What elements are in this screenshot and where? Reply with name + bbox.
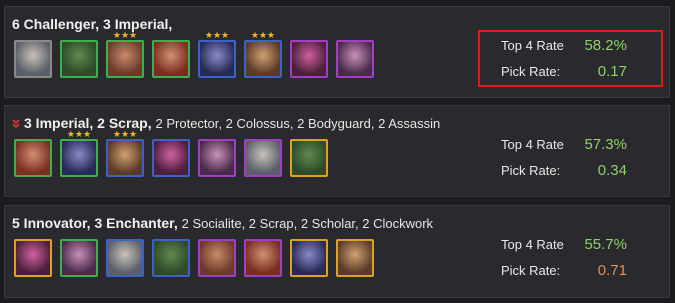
champion-portrait[interactable] bbox=[152, 139, 190, 177]
champion-portrait[interactable] bbox=[106, 139, 144, 177]
comp-traits-secondary: 2 Protector, 2 Colossus, 2 Bodyguard, 2 … bbox=[155, 116, 441, 131]
pick-rate-row: Pick Rate: 0.71 bbox=[501, 262, 661, 281]
champion-portrait[interactable] bbox=[290, 40, 328, 78]
star-rating-icon: ★★★ bbox=[66, 129, 92, 139]
star-rating-icon: ★★★ bbox=[112, 129, 138, 139]
champion-portrait[interactable] bbox=[198, 239, 236, 277]
top4-rate-label: Top 4 Rate bbox=[501, 137, 564, 152]
top4-rate-value: 55.7% bbox=[584, 236, 627, 253]
champion-portrait[interactable] bbox=[244, 139, 282, 177]
top4-rate-label: Top 4 Rate bbox=[501, 237, 564, 252]
champion-portrait[interactable] bbox=[106, 40, 144, 78]
pick-rate-value: 0.34 bbox=[597, 162, 627, 179]
champion-portrait[interactable] bbox=[152, 40, 190, 78]
champion-portrait[interactable] bbox=[60, 239, 98, 277]
champion-portrait[interactable] bbox=[152, 239, 190, 277]
star-rating-icon: ★★★ bbox=[112, 30, 138, 40]
champion-portrait[interactable] bbox=[244, 239, 282, 277]
pick-rate-value: 0.71 bbox=[597, 262, 627, 279]
highlight-box bbox=[478, 30, 663, 87]
champion-portrait[interactable] bbox=[60, 139, 98, 177]
star-rating-icon: ★★★ bbox=[204, 30, 230, 40]
champion-portrait[interactable] bbox=[14, 139, 52, 177]
star-rating-icon: ★★★ bbox=[250, 30, 276, 40]
top4-rate-row: Top 4 Rate 55.7% bbox=[501, 236, 661, 255]
champion-portrait[interactable] bbox=[290, 139, 328, 177]
comp-card-2[interactable]: 3 Imperial, 2 Scrap, 2 Protector, 2 Colo… bbox=[4, 105, 670, 197]
pick-rate-label: Pick Rate: bbox=[501, 263, 561, 278]
comp-card-1[interactable]: 6 Challenger, 3 Imperial, ★★★ ★★★ ★★★ Top … bbox=[4, 6, 670, 98]
top4-rate-value: 57.3% bbox=[584, 136, 627, 153]
champion-portrait[interactable] bbox=[198, 40, 236, 78]
champion-portrait[interactable] bbox=[198, 139, 236, 177]
chevron-double-down-icon bbox=[12, 119, 20, 129]
pick-rate-row: Pick Rate: 0.34 bbox=[501, 162, 661, 181]
comp-title: 6 Challenger, 3 Imperial, bbox=[12, 16, 172, 32]
champion-portrait[interactable] bbox=[106, 239, 144, 277]
comp-card-3[interactable]: 5 Innovator, 3 Enchanter, 2 Socialite, 2… bbox=[4, 205, 670, 298]
comp-traits-secondary: 2 Socialite, 2 Scrap, 2 Scholar, 2 Clock… bbox=[181, 216, 434, 231]
champion-portrait[interactable] bbox=[60, 40, 98, 78]
comp-title: 5 Innovator, 3 Enchanter, 2 Socialite, 2… bbox=[12, 215, 433, 231]
champion-portrait[interactable] bbox=[336, 40, 374, 78]
champion-portrait[interactable] bbox=[14, 40, 52, 78]
champion-portrait[interactable] bbox=[290, 239, 328, 277]
champion-portrait[interactable] bbox=[244, 40, 282, 78]
comp-traits-primary: 5 Innovator, 3 Enchanter, bbox=[12, 215, 178, 231]
champion-portrait[interactable] bbox=[14, 239, 52, 277]
champion-portrait[interactable] bbox=[336, 239, 374, 277]
pick-rate-label: Pick Rate: bbox=[501, 163, 561, 178]
top4-rate-row: Top 4 Rate 57.3% bbox=[501, 136, 661, 155]
comp-traits-primary: 6 Challenger, 3 Imperial, bbox=[12, 16, 173, 32]
